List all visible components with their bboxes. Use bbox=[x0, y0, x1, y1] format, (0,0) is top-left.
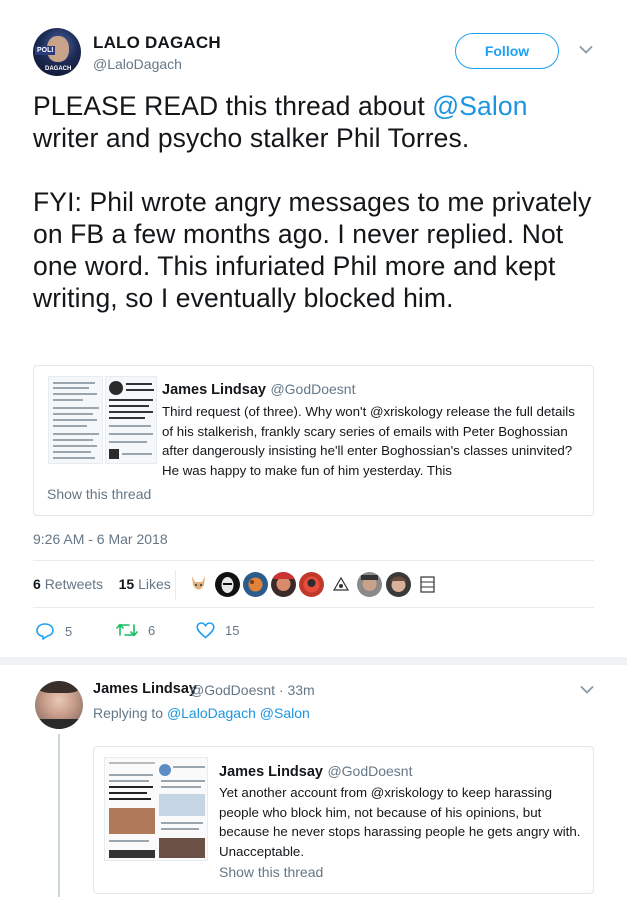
likes-count: 15 bbox=[118, 576, 135, 592]
quoted-author-name: James Lindsay bbox=[219, 764, 323, 780]
reply-meta: @GodDoesnt · 33m bbox=[190, 682, 315, 698]
chevron-down-icon[interactable] bbox=[580, 685, 594, 695]
retweets-count: 6 bbox=[33, 576, 41, 592]
retweet-action[interactable]: 6 bbox=[116, 622, 155, 638]
section-separator bbox=[0, 657, 627, 665]
liker-avatar[interactable] bbox=[299, 572, 324, 597]
replying-to-mention[interactable]: @Salon bbox=[260, 705, 310, 721]
quoted-tweet-text: Third request (of three). Why won't @xri… bbox=[162, 404, 575, 478]
quoted-tweet[interactable]: James Lindsay @GodDoesnt Third request (… bbox=[33, 365, 594, 516]
author-avatar[interactable]: POLI DAGACH bbox=[33, 28, 81, 76]
replying-to-mention[interactable]: @LaloDagach bbox=[167, 705, 256, 721]
tweet-text-paragraph: FYI: Phil wrote angry messages to me pri… bbox=[33, 187, 592, 313]
tweet-stats[interactable]: 6 Retweets 15 Likes bbox=[33, 576, 171, 592]
replying-to-label: Replying to bbox=[93, 705, 164, 721]
show-thread-link[interactable]: Show this thread bbox=[219, 864, 323, 880]
reply-author-handle[interactable]: @GodDoesnt bbox=[190, 682, 275, 698]
reply-author-name[interactable]: James Lindsay bbox=[93, 681, 197, 697]
quoted-tweet-thumbnail bbox=[104, 757, 208, 861]
retweet-count: 6 bbox=[148, 622, 156, 638]
reply-count: 5 bbox=[65, 623, 73, 639]
show-thread-link[interactable]: Show this thread bbox=[47, 486, 151, 502]
stats-separator bbox=[175, 570, 176, 600]
reply-author-avatar[interactable] bbox=[35, 681, 83, 729]
follow-button[interactable]: Follow bbox=[455, 33, 559, 69]
heart-icon bbox=[196, 622, 215, 639]
quoted-author-handle: @GodDoesnt bbox=[270, 381, 356, 397]
retweet-icon bbox=[116, 623, 138, 637]
chevron-down-icon[interactable] bbox=[579, 45, 593, 55]
replying-to: Replying to @LaloDagach @Salon bbox=[93, 705, 310, 721]
avatar-text-bottom: DAGACH bbox=[45, 66, 72, 72]
retweets-label: Retweets bbox=[44, 576, 104, 592]
reply-time[interactable]: · 33m bbox=[279, 682, 315, 698]
like-action[interactable]: 15 bbox=[196, 622, 239, 639]
liker-avatar[interactable] bbox=[329, 572, 354, 597]
liker-avatar[interactable] bbox=[215, 572, 240, 597]
reply-icon bbox=[36, 623, 54, 640]
quoted-author-handle: @GodDoesnt bbox=[327, 763, 413, 779]
liker-avatar[interactable] bbox=[386, 572, 411, 597]
quoted-tweet-thumbnail-2 bbox=[105, 376, 157, 464]
liker-avatar[interactable] bbox=[357, 572, 382, 597]
quoted-tweet[interactable]: James Lindsay @GodDoesnt Yet another acc… bbox=[93, 746, 594, 894]
thread-line bbox=[58, 734, 60, 897]
liker-avatar[interactable] bbox=[271, 572, 296, 597]
avatar-text: POLI bbox=[35, 46, 56, 55]
divider bbox=[33, 560, 594, 561]
mention-link[interactable]: @Salon bbox=[432, 91, 527, 121]
tweet-timestamp[interactable]: 9:26 AM - 6 Mar 2018 bbox=[33, 531, 168, 547]
tweet-text-line: PLEASE READ this thread about bbox=[33, 91, 433, 121]
divider bbox=[33, 607, 594, 608]
liker-avatar[interactable] bbox=[186, 572, 211, 597]
quoted-author-name: James Lindsay bbox=[162, 382, 266, 398]
like-count: 15 bbox=[225, 623, 240, 638]
reply-action[interactable]: 5 bbox=[35, 622, 72, 640]
liker-avatar[interactable] bbox=[415, 572, 440, 597]
quoted-tweet-thumbnail bbox=[48, 376, 103, 464]
tweet-text-line: writer and psycho stalker Phil Torres. bbox=[33, 123, 470, 153]
author-name[interactable]: LALO DAGACH bbox=[93, 33, 221, 53]
tweet-text: PLEASE READ this thread about @Salon wri… bbox=[33, 90, 593, 314]
liker-avatar[interactable] bbox=[243, 572, 268, 597]
quoted-tweet-text: Yet another account from @xriskology to … bbox=[219, 785, 581, 859]
author-handle[interactable]: @LaloDagach bbox=[93, 56, 182, 72]
likes-label: Likes bbox=[138, 576, 171, 592]
